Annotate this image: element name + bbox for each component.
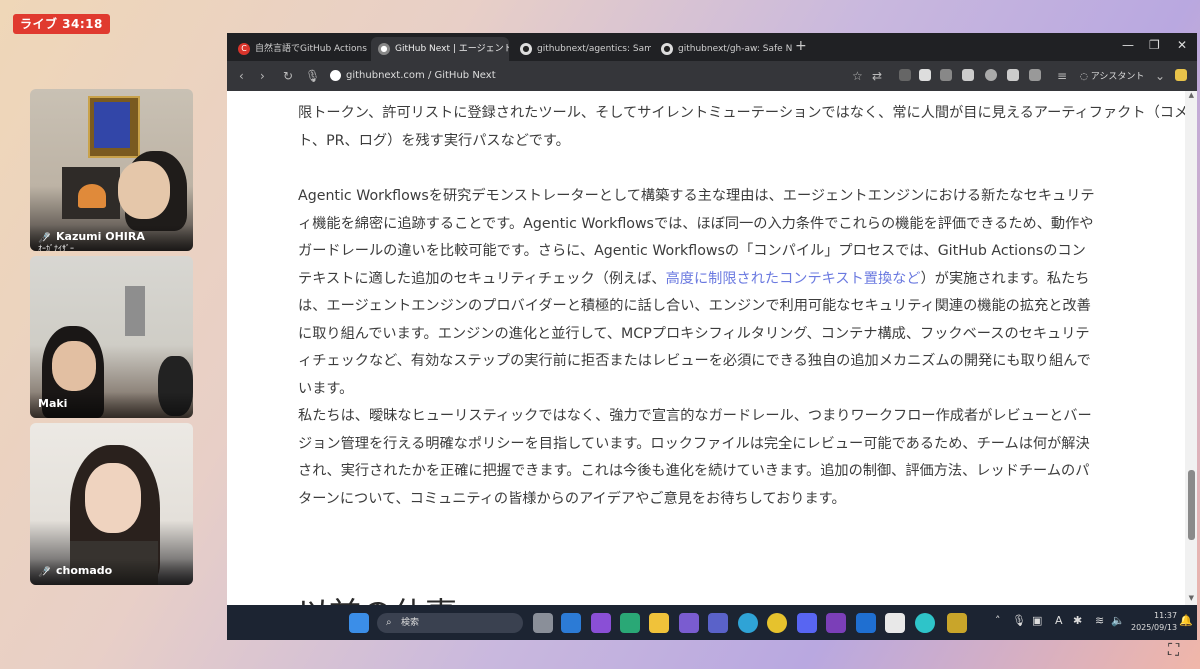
- assistant-button[interactable]: ◌ アシスタント: [1080, 69, 1144, 82]
- volume-icon[interactable]: 🔈: [1111, 614, 1125, 627]
- participant-tile-chomado: 🎤̸ chomado: [30, 423, 193, 585]
- github-icon: ●: [661, 43, 673, 55]
- windows-start-icon[interactable]: [349, 613, 369, 633]
- browser-app-icon[interactable]: [915, 613, 935, 633]
- close-button[interactable]: ✕: [1177, 38, 1187, 52]
- browser-window: C 自然言語でGitHub Actionsを ● GitHub Next | エ…: [227, 33, 1197, 640]
- vscode-icon[interactable]: [561, 613, 581, 633]
- share-icon[interactable]: ⇄: [872, 69, 882, 83]
- paragraph-partial: 限トークン、許可リストに登録されたツール、そしてサイレントミューテーションではな…: [298, 100, 1197, 155]
- clock-date: 2025/09/13: [1131, 623, 1178, 632]
- participant-tile-maki: Maki: [30, 256, 193, 418]
- discord-icon[interactable]: [797, 613, 817, 633]
- tab-3[interactable]: ● githubnext/gh-aw: Safe Natur: [654, 37, 792, 61]
- teams-icon[interactable]: [708, 613, 728, 633]
- visual-studio-icon[interactable]: [591, 613, 611, 633]
- tab-2[interactable]: ● githubnext/agentics: Sample: [513, 37, 651, 61]
- tab-label: 自然言語でGitHub Actionsを: [255, 44, 367, 54]
- paragraph: Agentic Workflowsを研究デモンストレーターとして構築する主な理由…: [298, 183, 1098, 403]
- minimize-button[interactable]: —: [1122, 38, 1134, 52]
- paragraph-text: ）が実施されます。私たちは、エージェントエンジンのプロバイダーと積極的に話し合い…: [298, 270, 1091, 397]
- task-view-icon[interactable]: [533, 613, 553, 633]
- ime-indicator[interactable]: A: [1055, 614, 1063, 627]
- name-bar: Maki: [30, 392, 193, 418]
- chrome-icon[interactable]: [767, 613, 787, 633]
- fullscreen-icon[interactable]: ⛶: [1168, 640, 1188, 660]
- extension-icon[interactable]: [1029, 69, 1041, 81]
- participant-name: chomado: [56, 564, 113, 577]
- extension-icon[interactable]: [940, 69, 952, 81]
- tab-bar: C 自然言語でGitHub Actionsを ● GitHub Next | エ…: [227, 33, 1197, 61]
- slack-icon[interactable]: [885, 613, 905, 633]
- site-favicon-icon: [330, 70, 341, 81]
- paragraph: 私たちは、曖昧なヒューリスティックではなく、強力で宣言的なガードレール、つまりワ…: [298, 403, 1098, 513]
- tab-0[interactable]: C 自然言語でGitHub Actionsを: [231, 37, 367, 61]
- extension-icon[interactable]: [1007, 69, 1019, 81]
- devtools-icon[interactable]: [679, 613, 699, 633]
- vscode-insiders-icon[interactable]: [620, 613, 640, 633]
- reload-icon[interactable]: ↻: [283, 69, 293, 83]
- mic-muted-icon: 🎤̸: [38, 567, 51, 578]
- tab-label: githubnext/gh-aw: Safe Natur: [678, 44, 792, 54]
- search-icon: ⌕: [386, 617, 392, 628]
- page-content: 限トークン、許可リストに登録されたツール、そしてサイレントミューテーションではな…: [227, 91, 1197, 605]
- profile-avatar[interactable]: [1175, 69, 1187, 81]
- bluetooth-icon[interactable]: ✱: [1073, 614, 1082, 627]
- notification-bell-icon[interactable]: 🔔: [1179, 614, 1193, 627]
- live-badge: ライブ 34:18: [13, 14, 110, 34]
- menu-icon[interactable]: ≡: [1057, 69, 1067, 83]
- github-icon: ●: [520, 43, 532, 55]
- assistant-label: アシスタント: [1090, 72, 1145, 82]
- tab-favicon-icon: C: [238, 43, 250, 55]
- scrollbar-thumb[interactable]: [1188, 470, 1195, 540]
- back-icon[interactable]: ‹: [239, 69, 244, 83]
- url-text: githubnext.com / GitHub Next: [346, 70, 496, 81]
- edge-icon[interactable]: [738, 613, 758, 633]
- mic-icon[interactable]: 🎙: [1012, 614, 1026, 627]
- obs-icon[interactable]: [947, 613, 967, 633]
- address-bar: ‹ › ↻ 🎙 githubnext.com / GitHub Next ☆ ⇄…: [227, 61, 1197, 91]
- taskbar-search[interactable]: ⌕ 検索: [377, 613, 523, 633]
- bookmark-star-icon[interactable]: ☆: [852, 69, 863, 83]
- paragraph-line: ト、PR、ログ）を残す実行パスなどです。: [298, 132, 570, 149]
- forward-icon[interactable]: ›: [260, 69, 265, 83]
- participant-name: Kazumi OHIRA: [56, 230, 145, 243]
- tab-favicon-icon: ●: [378, 43, 390, 55]
- voice-icon[interactable]: 🎙: [305, 69, 320, 83]
- url-field[interactable]: githubnext.com / GitHub Next: [324, 65, 904, 87]
- participant-name: Maki: [38, 397, 68, 410]
- name-bar: 🎤̸ chomado: [30, 559, 193, 585]
- name-bar: 🎤̸ Kazumi OHIRA ｵｰｶﾞﾅｲｻﾞｰ: [30, 225, 193, 251]
- outlook-icon[interactable]: [856, 613, 876, 633]
- paragraph-line: 限トークン、許可リストに登録されたツール、そしてサイレントミューテーションではな…: [298, 105, 1197, 121]
- search-placeholder: 検索: [401, 618, 420, 628]
- restore-button[interactable]: ❐: [1149, 38, 1160, 52]
- scroll-up-icon[interactable]: ▲: [1189, 91, 1194, 99]
- tab-1[interactable]: ● GitHub Next | エージェント型ワー: [371, 37, 509, 61]
- wifi-icon[interactable]: ≋: [1095, 614, 1104, 627]
- tray-chevron-icon[interactable]: ˄: [995, 614, 1001, 627]
- onenote-icon[interactable]: [826, 613, 846, 633]
- extension-icon[interactable]: [985, 69, 997, 81]
- tab-label: GitHub Next | エージェント型ワー: [395, 44, 509, 54]
- tab-label: githubnext/agentics: Sample: [537, 44, 651, 54]
- tray-app-icon[interactable]: ▣: [1032, 614, 1042, 627]
- section-heading: 以前の仕事: [297, 589, 457, 605]
- new-tab-button[interactable]: +: [795, 38, 807, 54]
- participant-role: ｵｰｶﾞﾅｲｻﾞｰ: [38, 244, 74, 251]
- extension-icon[interactable]: [919, 69, 931, 81]
- extension-icon[interactable]: [899, 69, 911, 81]
- extension-icon[interactable]: [962, 69, 974, 81]
- chevron-down-icon[interactable]: ⌄: [1155, 69, 1165, 83]
- paragraph-text: 私たちは、曖昧なヒューリスティックではなく、強力で宣言的なガードレール、つまりワ…: [298, 408, 1092, 507]
- assistant-icon: ◌: [1080, 72, 1091, 82]
- taskbar: ⌕ 検索 ˄ 🎙 ▣ A ✱ ≋ 🔈 11:37 2025/09/13 🔔: [227, 605, 1197, 640]
- file-explorer-icon[interactable]: [649, 613, 669, 633]
- context-substitution-link[interactable]: 高度に制限されたコンテキスト置換など: [666, 271, 921, 287]
- clock[interactable]: 11:37 2025/09/13: [1131, 610, 1177, 634]
- participant-tile-kazumi: 🎤̸ Kazumi OHIRA ｵｰｶﾞﾅｲｻﾞｰ: [30, 89, 193, 251]
- clock-time: 11:37: [1154, 611, 1178, 620]
- scroll-down-icon[interactable]: ▼: [1189, 594, 1194, 602]
